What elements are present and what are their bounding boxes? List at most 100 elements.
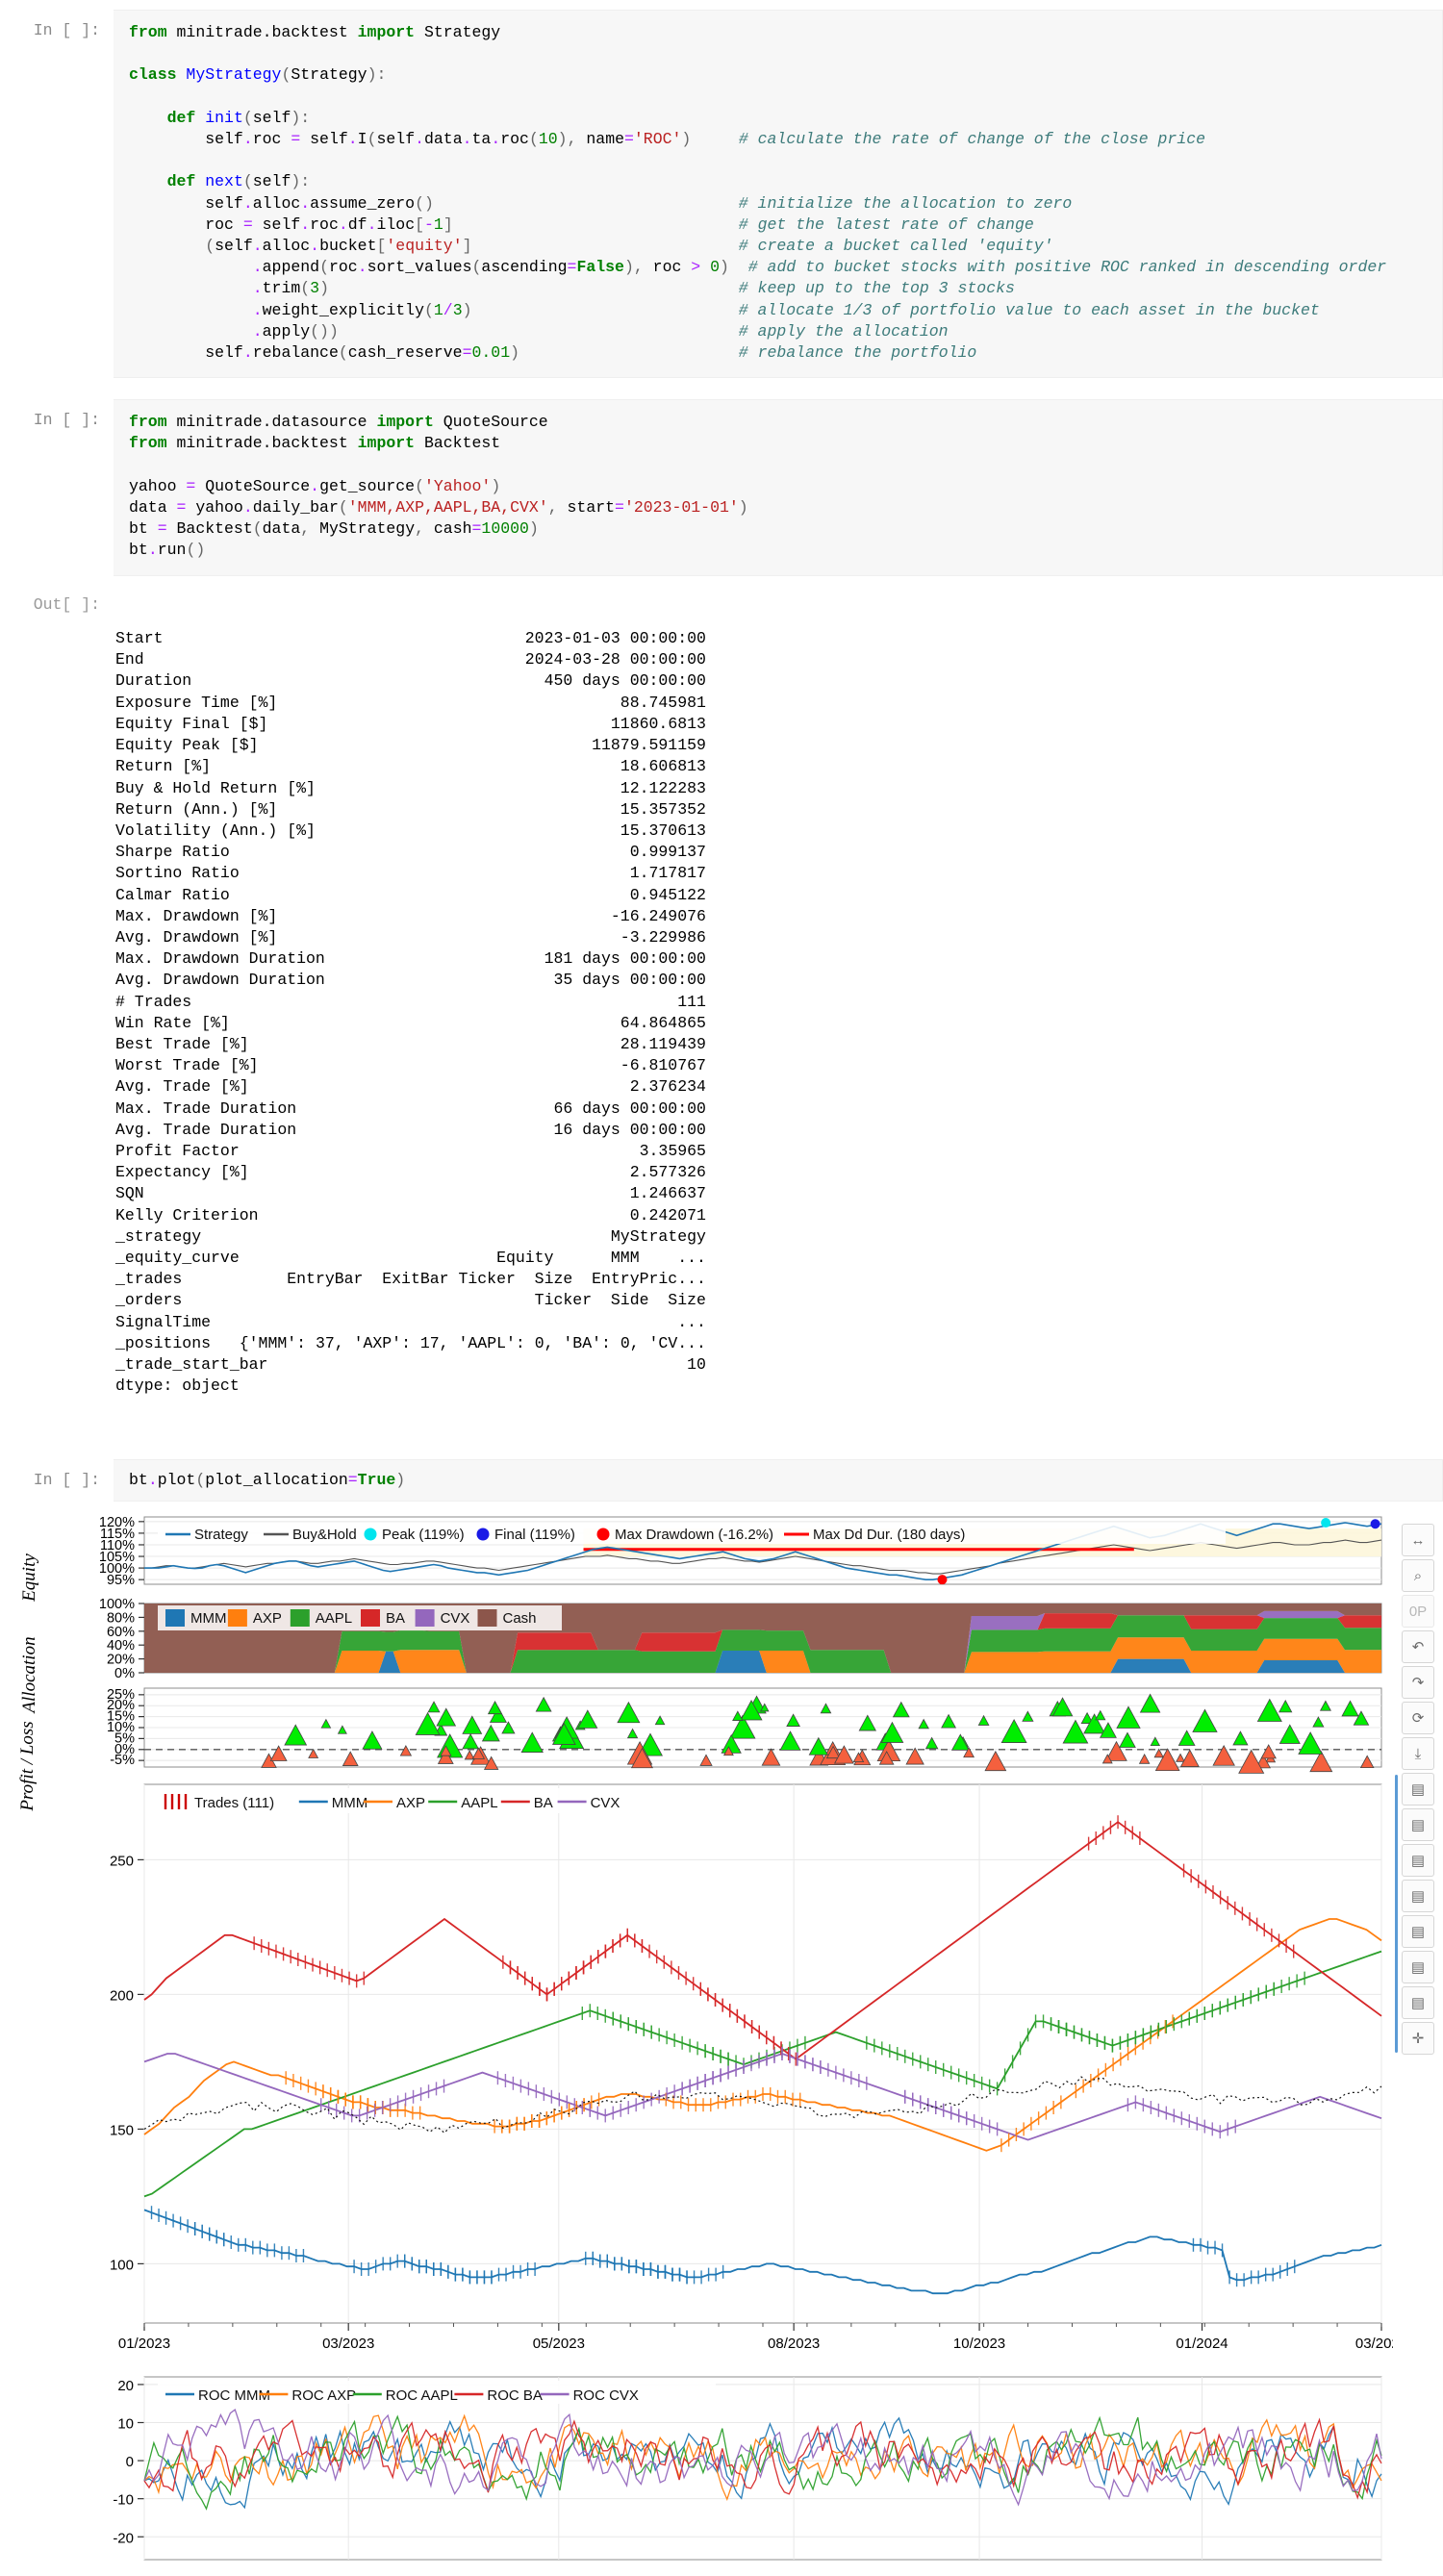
stats-row: Win Rate [%] 64.864865: [115, 1013, 1430, 1034]
stats-value: ...: [677, 1312, 706, 1331]
allocation-ytick-label: 40%: [107, 1638, 135, 1654]
stats-value: 64.864865: [620, 1013, 706, 1032]
stats-row: Sortino Ratio 1.717817: [115, 863, 1430, 884]
stats-value: 28.119439: [620, 1034, 706, 1053]
stats-value: 66 days 00:00:00: [553, 1099, 706, 1118]
stats-row: Exposure Time [%] 88.745981: [115, 693, 1430, 714]
stats-row: _trade_start_bar 10: [115, 1354, 1430, 1376]
final-marker: [1370, 1519, 1380, 1529]
allocation-legend: MMM AXP AAPL BA CVX Cash: [158, 1605, 562, 1630]
legend-color-swatch: [415, 1609, 435, 1627]
price-xtick-label: 05/2023: [533, 2336, 585, 2352]
stats-spacer: [277, 800, 620, 819]
stats-key: Avg. Drawdown Duration: [115, 971, 325, 990]
stats-row: Max. Trade Duration 66 days 00:00:00: [115, 1099, 1430, 1120]
code-editor-plot[interactable]: bt.plot(plot_allocation=True): [114, 1458, 1443, 1502]
roc-panel: -20-1001020ROC MMM ROC AXP ROC AAPL ROC BA R…: [113, 2376, 1382, 2561]
profit-loss-axis-title: Profit / Loss: [17, 1721, 38, 1811]
cell-prompt-out: Out[ ]:: [33, 594, 100, 614]
legend-label: Max Dd Dur. (180 days): [813, 1527, 965, 1543]
stats-value: -6.810767: [620, 1056, 706, 1075]
stats-key: _orders: [115, 1291, 183, 1310]
stats-key: _trades: [115, 1270, 183, 1289]
pan-tool[interactable]: ↔: [1402, 1524, 1434, 1556]
strategy-definition-cell[interactable]: In [ ]: from minitrade.backtest import S…: [0, 10, 1443, 379]
stats-spacer: [211, 757, 620, 775]
price-ytick-label: 100: [110, 2257, 134, 2273]
legend-label: Final (119%): [494, 1527, 575, 1543]
equity-legend: Strategy Buy&Hold Peak (119%) Final (119%) M…: [158, 1523, 1226, 1544]
crosshair-tool[interactable]: ✛: [1402, 2022, 1434, 2055]
stats-value: 18.606813: [620, 757, 706, 776]
roc-ytick-label: 0: [126, 2454, 134, 2470]
stats-value: 450 days 00:00:00: [544, 671, 706, 691]
reset-tool[interactable]: ⟳: [1402, 1702, 1434, 1734]
stats-spacer: [191, 993, 677, 1011]
stats-row: Max. Drawdown [%] -16.249076: [115, 906, 1430, 927]
plot-cell[interactable]: In [ ]: bt.plot(plot_allocation=True): [0, 1458, 1443, 1502]
stats-value: 11860.6813: [610, 714, 706, 733]
wheel-zoom-tool[interactable]: 0P: [1402, 1595, 1434, 1628]
save-tool[interactable]: ⤓: [1402, 1737, 1434, 1770]
allocation-ytick-label: 20%: [107, 1653, 135, 1668]
hover-tool-4[interactable]: ▤: [1402, 1880, 1434, 1912]
code-editor-backtest[interactable]: from minitrade.datasource import QuoteSo…: [114, 399, 1443, 576]
stats-spacer: [240, 1142, 640, 1160]
stats-value: 3.35965: [639, 1141, 706, 1160]
stats-row: Avg. Trade Duration 16 days 00:00:00: [115, 1120, 1430, 1141]
box-zoom-tool[interactable]: ⌕: [1402, 1559, 1434, 1592]
stats-key: Max. Drawdown Duration: [115, 949, 325, 969]
price-xtick-label: 10/2023: [953, 2336, 1005, 2352]
stats-value: Equity MMM ...: [306, 1248, 706, 1267]
stats-row: Expectancy [%] 2.577326: [115, 1162, 1430, 1183]
stats-row: Return [%] 18.606813: [115, 756, 1430, 777]
bokeh-toolbar[interactable]: ↔ ⌕ 0P ↶ ↷ ⟳ ⤓ ▤ ▤ ▤ ▤ ▤ ▤ ▤ ✛: [1393, 1503, 1443, 2576]
stats-row: Start 2023-01-03 00:00:00: [115, 628, 1430, 649]
hover-tool-1[interactable]: ▤: [1402, 1773, 1434, 1806]
stats-row: dtype: object: [115, 1376, 1430, 1397]
hover-tool-5[interactable]: ▤: [1402, 1915, 1434, 1948]
stats-row: Sharpe Ratio 0.999137: [115, 842, 1430, 863]
hover-tool-3[interactable]: ▤: [1402, 1844, 1434, 1877]
hover-tool-2[interactable]: ▤: [1402, 1808, 1434, 1841]
stats-row: _equity_curve Equity MMM ...: [115, 1248, 1430, 1269]
notebook-container: In [ ]: from minitrade.backtest import S…: [0, 0, 1443, 2576]
stats-row: Kelly Criterion 0.242071: [115, 1205, 1430, 1226]
stats-value: 0.945122: [629, 885, 706, 904]
stats-spacer: [259, 1206, 630, 1225]
allocation-ytick-label: 60%: [107, 1625, 135, 1640]
allocation-axis-title: Allocation: [19, 1636, 39, 1714]
backtest-run-cell[interactable]: In [ ]: from minitrade.datasource import…: [0, 399, 1443, 576]
stats-key: Expectancy [%]: [115, 1163, 249, 1182]
stats-key: Win Rate [%]: [115, 1013, 230, 1032]
equity-axis-title: Equity: [19, 1553, 39, 1603]
stats-value: 16 days 00:00:00: [553, 1120, 706, 1139]
stats-value: 11879.591159: [592, 736, 706, 755]
stats-key: Equity Peak [$]: [115, 736, 259, 755]
stats-value: 1.246637: [629, 1184, 706, 1203]
stats-key: Max. Drawdown [%]: [115, 906, 278, 925]
stats-key: Calmar Ratio: [115, 885, 230, 904]
stats-key: _strategy: [115, 1226, 202, 1246]
legend-dot-swatch: [364, 1528, 377, 1541]
stats-spacer: [182, 1270, 267, 1288]
price-ytick-label: 250: [110, 1853, 134, 1869]
stats-key: Avg. Trade [%]: [115, 1077, 249, 1097]
stats-row: _strategy MyStrategy: [115, 1226, 1430, 1248]
stats-spacer: [144, 650, 525, 669]
stats-key: Equity Final [$]: [115, 714, 268, 733]
price-plot-frame: [143, 1783, 1382, 2324]
stats-value: {'MMM': 37, 'AXP': 17, 'AAPL': 0, 'BA': …: [239, 1333, 706, 1352]
hover-tool-6[interactable]: ▤: [1402, 1951, 1434, 1983]
code-editor-strategy[interactable]: from minitrade.backtest import Strategy …: [114, 10, 1443, 379]
stats-key: SQN: [115, 1184, 144, 1203]
redo-tool[interactable]: ↷: [1402, 1666, 1434, 1699]
stats-value: 12.122283: [620, 778, 706, 797]
plot-svg[interactable]: 95%100%105%110%115%120%EquityStrategy Buy…: [0, 1503, 1393, 2576]
stats-row: Buy & Hold Return [%] 12.122283: [115, 778, 1430, 799]
undo-tool[interactable]: ↶: [1402, 1630, 1434, 1663]
legend-label: Max Drawdown (-16.2%): [615, 1527, 773, 1543]
stats-spacer: [201, 1227, 611, 1246]
legend-label: ROC AXP: [291, 2387, 356, 2404]
hover-tool-7[interactable]: ▤: [1402, 1986, 1434, 2019]
